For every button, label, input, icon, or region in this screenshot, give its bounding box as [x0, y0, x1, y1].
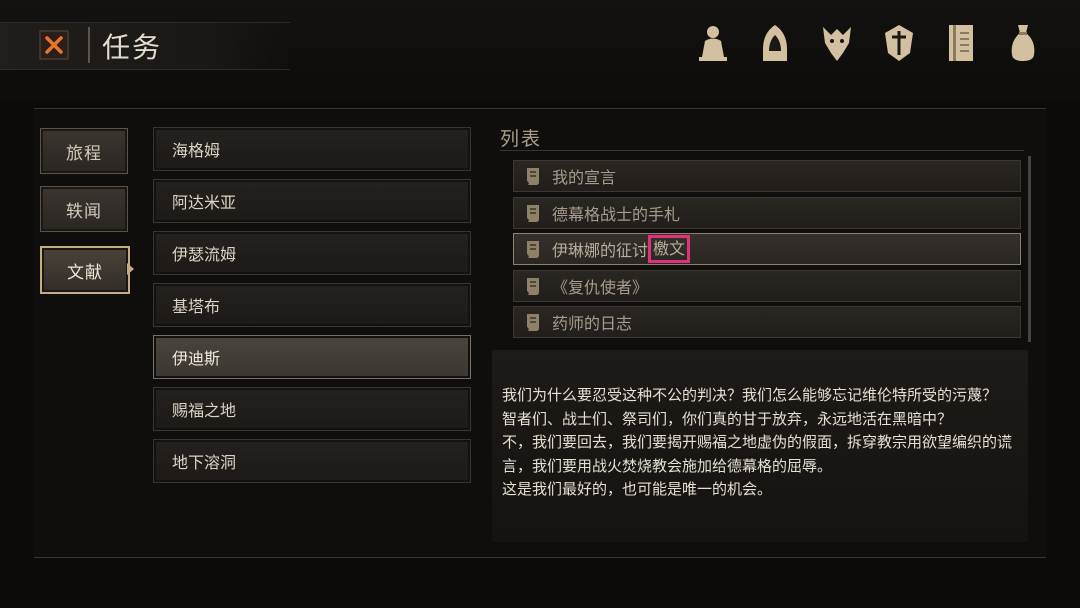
- location-item[interactable]: 阿达米亚: [153, 179, 471, 223]
- location-item[interactable]: 伊瑟流姆: [153, 231, 471, 275]
- location-item[interactable]: 基塔布: [153, 283, 471, 327]
- scroll-icon: [524, 312, 542, 332]
- document-label-prefix: 伊琳娜的征讨: [552, 241, 649, 260]
- list-heading: 列表: [500, 128, 543, 150]
- document-label: 德幕格战士的手札: [552, 205, 681, 224]
- scroll-icon: [524, 239, 542, 259]
- location-item[interactable]: 地下溶洞: [153, 439, 471, 483]
- document-item[interactable]: 德幕格战士的手札: [513, 197, 1021, 229]
- category-documents-button[interactable]: 文献: [40, 246, 130, 294]
- header-separator: [88, 27, 90, 63]
- document-label: 药师的日志: [552, 314, 633, 333]
- selected-arrow-icon: [127, 263, 134, 275]
- document-item[interactable]: 我的宣言: [513, 160, 1021, 192]
- close-icon: [39, 30, 69, 60]
- document-label: 《复仇使者》: [552, 278, 649, 297]
- description-line: 我们为什么要忍受这种不公的判决？我们怎么能够忘记维伦特所受的污蔑？: [502, 386, 998, 404]
- scroll-icon: [524, 276, 542, 296]
- document-item[interactable]: 药师的日志: [513, 306, 1021, 338]
- location-item-selected[interactable]: 伊迪斯: [153, 335, 471, 379]
- close-button[interactable]: [36, 28, 72, 62]
- top-icon-bar: [692, 20, 1044, 66]
- scroll-icon: [524, 166, 542, 186]
- hood-icon[interactable]: [754, 20, 796, 66]
- category-anecdotes-button[interactable]: 轶闻: [40, 186, 128, 232]
- highlighted-text: 檄文: [648, 235, 691, 263]
- document-item[interactable]: 《复仇使者》: [513, 270, 1021, 302]
- character-icon[interactable]: [692, 20, 734, 66]
- scroll-icon: [524, 203, 542, 223]
- location-item[interactable]: 海格姆: [153, 127, 471, 171]
- document-label: 我的宣言: [552, 168, 617, 187]
- list-divider: [500, 150, 1024, 151]
- document-item-selected[interactable]: 伊琳娜的征讨 檄文: [513, 233, 1021, 265]
- category-journey-button[interactable]: 旅程: [40, 128, 128, 174]
- location-item[interactable]: 赐福之地: [153, 387, 471, 431]
- description-text: 我们为什么要忍受这种不公的判决？我们怎么能够忘记维伦特所受的污蔑？ 智者们、战士…: [502, 384, 1024, 502]
- bag-icon[interactable]: [1002, 20, 1044, 66]
- list-scrollbar[interactable]: [1028, 156, 1031, 342]
- description-line: 智者们、战士们、祭司们，你们真的甘于放弃，永远地活在黑暗中？: [502, 409, 953, 428]
- description-line: 这是我们最好的，也可能是唯一的机会。: [502, 480, 773, 498]
- description-line: 不，我们要回去，我们要揭开赐福之地虚伪的假面，拆穿教宗用欲望编织的谎言，我们要用…: [502, 433, 1013, 475]
- creature-icon[interactable]: [816, 20, 858, 66]
- journal-icon[interactable]: [940, 20, 982, 66]
- crest-icon[interactable]: [878, 20, 920, 66]
- page-title: 任务: [102, 31, 163, 64]
